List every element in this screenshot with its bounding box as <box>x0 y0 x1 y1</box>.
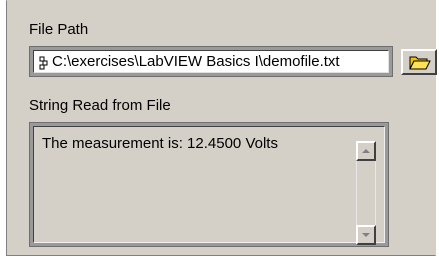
string-display: The measurement is: 12.4500 Volts <box>33 126 385 245</box>
file-path-label: File Path <box>29 21 89 38</box>
scroll-down-button[interactable] <box>356 225 376 245</box>
file-path-field[interactable]: C:\exercises\LabVIEW Basics I\demofile.t… <box>33 50 389 73</box>
browse-button[interactable] <box>401 49 437 75</box>
scroll-up-button[interactable] <box>356 141 376 161</box>
string-read-label: String Read from File <box>29 97 171 114</box>
arrow-up-icon <box>362 149 370 153</box>
string-read-value: The measurement is: 12.4500 Volts <box>42 135 278 152</box>
vertical-scrollbar[interactable] <box>356 141 376 245</box>
string-indicator: The measurement is: 12.4500 Volts <box>29 122 389 247</box>
front-panel: File Path C:\exercises\LabVIEW Basics I\… <box>6 0 437 256</box>
file-path-control[interactable]: C:\exercises\LabVIEW Basics I\demofile.t… <box>29 46 393 77</box>
file-path-value[interactable]: C:\exercises\LabVIEW Basics I\demofile.t… <box>52 53 340 71</box>
scroll-track[interactable] <box>356 161 376 225</box>
arrow-down-icon <box>362 233 370 237</box>
path-icon <box>39 56 48 70</box>
folder-open-icon <box>409 56 431 70</box>
